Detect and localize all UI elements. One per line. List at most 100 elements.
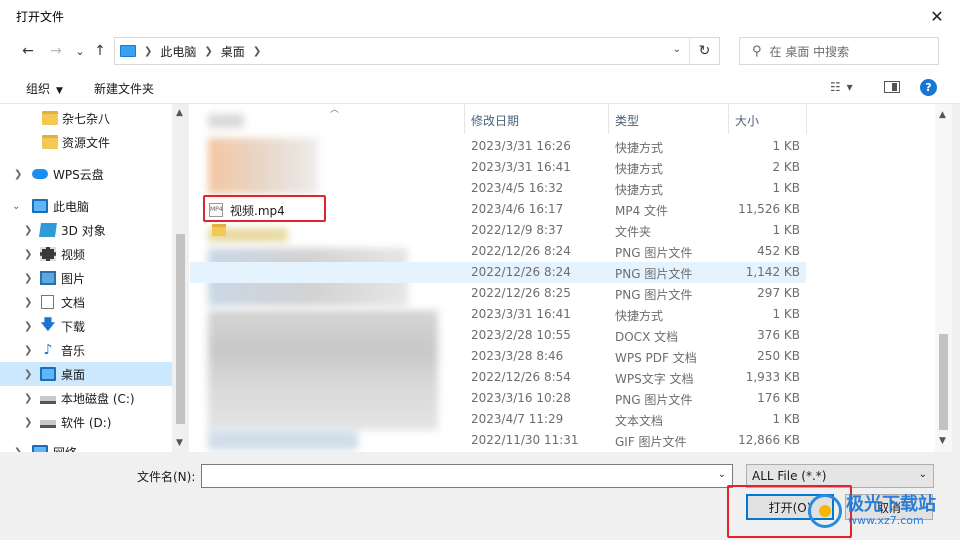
file-type: PNG 图片文件: [615, 393, 693, 407]
sidebar-item-label: 杂七杂八: [62, 111, 111, 126]
sidebar-item-folder-1[interactable]: 杂七杂八: [0, 106, 172, 130]
chevron-down-icon[interactable]: ⌄: [673, 44, 681, 55]
search-placeholder: 在 桌面 中搜索: [769, 44, 850, 59]
help-icon[interactable]: ?: [920, 79, 937, 96]
file-row[interactable]: 2023/3/31 16:41 快捷方式 2 KB: [190, 157, 806, 178]
file-row[interactable]: 2022/12/26 8:54 WPS文字 文档 1,933 KB: [190, 367, 806, 388]
organize-button[interactable]: 组织 ▼: [26, 80, 63, 97]
download-icon: 🡇: [40, 317, 56, 333]
sidebar-item-label: 资源文件: [62, 135, 111, 150]
scrollbar-thumb[interactable]: [176, 234, 185, 424]
column-divider[interactable]: [728, 104, 729, 134]
chevron-right-icon[interactable]: ❯: [24, 369, 32, 380]
file-type: 快捷方式: [615, 309, 664, 323]
file-date: 2023/3/28 8:46: [471, 349, 564, 363]
watermark-url: www.xz7.com: [848, 514, 924, 527]
chevron-down-icon[interactable]: ⌄: [12, 201, 20, 212]
file-row[interactable]: 2022/12/9 8:37 文件夹 1 KB: [190, 220, 806, 241]
sidebar-item-label: 下载: [61, 319, 86, 334]
chevron-right-icon[interactable]: ❯: [24, 417, 32, 428]
chevron-right-icon[interactable]: ❯: [14, 169, 22, 180]
file-row[interactable]: 2022/11/30 11:31 GIF 图片文件 12,866 KB: [190, 430, 806, 451]
sidebar-item-music[interactable]: ❯ ♪ 音乐: [0, 338, 172, 362]
file-row-hover[interactable]: 2022/12/26 8:24 PNG 图片文件 1,142 KB: [190, 262, 806, 283]
column-type[interactable]: 类型: [615, 112, 639, 129]
sidebar-item-desktop[interactable]: ❯ 桌面: [0, 362, 172, 386]
chevron-right-icon[interactable]: ❯: [24, 225, 32, 236]
cube-icon: [39, 223, 57, 237]
chevron-down-icon[interactable]: ⌄: [718, 469, 726, 480]
preview-pane-icon[interactable]: [884, 81, 900, 93]
scroll-down-icon[interactable]: ▼: [176, 438, 183, 448]
sidebar-item-pictures[interactable]: ❯ 图片: [0, 266, 172, 290]
back-button[interactable]: ←: [18, 41, 38, 61]
file-row[interactable]: 2023/2/28 10:55 DOCX 文档 376 KB: [190, 325, 806, 346]
sidebar-item-folder-2[interactable]: 资源文件: [0, 130, 172, 154]
breadcrumb-this-pc[interactable]: 此电脑: [160, 43, 196, 60]
column-size[interactable]: 大小: [735, 112, 759, 129]
sidebar-item-wps-cloud[interactable]: ❯ WPS云盘: [0, 162, 172, 186]
sidebar-item-drive-d[interactable]: ❯ 软件 (D:): [0, 410, 172, 434]
chevron-right-icon[interactable]: ❯: [24, 273, 32, 284]
filename-input[interactable]: ⌄: [201, 464, 733, 488]
chevron-right-icon[interactable]: ❯: [24, 249, 32, 260]
navigation-pane: 杂七杂八 资源文件 ❯ WPS云盘 ⌄ 此电脑 ❯ 3D 对象 ❯ 视频 ❯ 图…: [0, 104, 190, 452]
file-row[interactable]: 2023/3/31 16:41 快捷方式 1 KB: [190, 304, 806, 325]
file-type: DOCX 文档: [615, 330, 679, 344]
drive-icon: [40, 396, 56, 404]
file-row[interactable]: 2023/4/7 11:29 文本文档 1 KB: [190, 409, 806, 430]
refresh-button[interactable]: ↻: [689, 38, 719, 64]
up-button[interactable]: ↑: [90, 41, 110, 61]
scroll-up-icon[interactable]: ▲: [176, 108, 183, 118]
recent-locations-button[interactable]: ⌄: [70, 41, 90, 61]
file-date: 2022/12/26 8:24: [471, 265, 571, 279]
file-row[interactable]: 2022/12/26 8:25 PNG 图片文件 297 KB: [190, 283, 806, 304]
blurred-name: [208, 114, 244, 128]
sidebar-item-downloads[interactable]: ❯ 🡇 下载: [0, 314, 172, 338]
chevron-right-icon[interactable]: ❯: [24, 345, 32, 356]
view-options-icon[interactable]: ☷ ▾: [830, 80, 854, 94]
command-toolbar: 组织 ▼ 新建文件夹 ☷ ▾ ?: [0, 70, 960, 104]
sidebar-item-videos[interactable]: ❯ 视频: [0, 242, 172, 266]
watermark-brand: 极光下载站: [846, 494, 936, 515]
chevron-right-icon[interactable]: ❯: [24, 393, 32, 404]
sidebar-item-this-pc[interactable]: ⌄ 此电脑: [0, 194, 172, 218]
file-date: 2023/3/16 10:28: [471, 391, 571, 405]
file-row[interactable]: 2023/3/31 16:26 快捷方式 1 KB: [190, 136, 806, 157]
scroll-up-icon[interactable]: ▲: [939, 110, 946, 120]
scroll-down-icon[interactable]: ▼: [939, 436, 946, 446]
sidebar-item-label: WPS云盘: [53, 167, 104, 182]
address-bar[interactable]: ❯ 此电脑 ❯ 桌面 ❯ ⌄ ↻: [114, 37, 720, 65]
forward-button[interactable]: →: [46, 41, 66, 61]
new-folder-button[interactable]: 新建文件夹: [94, 80, 154, 97]
computer-icon: [120, 45, 136, 57]
column-date[interactable]: 修改日期: [471, 112, 519, 129]
file-type: MP4 文件: [615, 204, 669, 218]
sidebar-item-3d-objects[interactable]: ❯ 3D 对象: [0, 218, 172, 242]
column-divider[interactable]: [608, 104, 609, 134]
breadcrumb-desktop[interactable]: 桌面: [221, 43, 245, 60]
column-divider[interactable]: [806, 104, 807, 134]
file-list-scrollbar[interactable]: ▲ ▼: [935, 104, 952, 452]
file-date: 2022/12/9 8:37: [471, 223, 564, 237]
sidebar-item-network[interactable]: ❯ 网络: [0, 440, 172, 452]
column-divider[interactable]: [464, 104, 465, 134]
file-date: 2023/4/5 16:32: [471, 181, 564, 195]
file-type: GIF 图片文件: [615, 435, 687, 449]
watermark: 极光下载站 www.xz7.com: [808, 486, 958, 538]
sidebar-item-label: 桌面: [61, 367, 86, 382]
sidebar-item-drive-c[interactable]: ❯ 本地磁盘 (C:): [0, 386, 172, 410]
file-size: 1 KB: [772, 412, 800, 426]
sidebar-scrollbar[interactable]: ▲ ▼: [172, 104, 189, 452]
chevron-right-icon[interactable]: ❯: [24, 297, 32, 308]
scrollbar-thumb[interactable]: [939, 334, 948, 430]
file-row[interactable]: 2023/3/16 10:28 PNG 图片文件 176 KB: [190, 388, 806, 409]
file-type: 快捷方式: [615, 162, 664, 176]
sidebar-item-documents[interactable]: ❯ 文档: [0, 290, 172, 314]
close-button[interactable]: ✕: [914, 0, 960, 32]
file-row[interactable]: 2023/3/28 8:46 WPS PDF 文档 250 KB: [190, 346, 806, 367]
file-row[interactable]: 2022/12/26 8:24 PNG 图片文件 452 KB: [190, 241, 806, 262]
desktop-icon: [40, 367, 56, 381]
search-input[interactable]: ⚲ 在 桌面 中搜索: [739, 37, 939, 65]
chevron-right-icon[interactable]: ❯: [24, 321, 32, 332]
